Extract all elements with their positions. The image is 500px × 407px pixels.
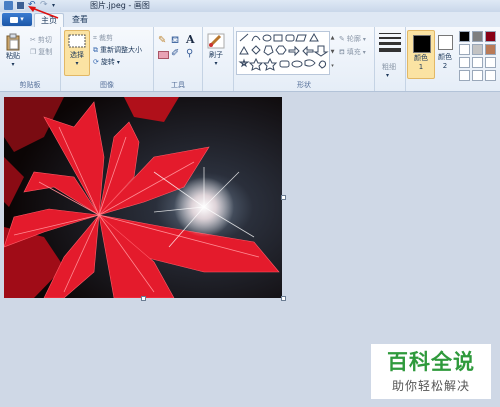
tools-group-label: 工具 [171, 81, 185, 89]
color-picker-icon[interactable]: ✐ [171, 48, 179, 59]
resize-handle-right[interactable] [281, 195, 286, 200]
window-title: 图片.jpeg - 画图 [90, 1, 150, 10]
line-medium-icon [379, 37, 401, 39]
line-heavy-icon [379, 48, 401, 52]
canvas-image[interactable] [4, 97, 282, 298]
color2-button[interactable]: 颜色 2 [435, 30, 457, 77]
copy-button[interactable]: ❐ 复制 [30, 47, 52, 57]
fill-button[interactable]: ⛾ 填充 ▾ [339, 47, 366, 57]
text-icon[interactable]: A [186, 33, 195, 46]
outline-label: 轮廓 [346, 35, 361, 43]
file-menu-icon [10, 16, 19, 23]
palette-swatch[interactable] [459, 70, 470, 81]
resize-handle-corner[interactable] [281, 296, 286, 301]
fill-icon: ⛾ [339, 47, 345, 56]
shapes-group-label: 形状 [297, 81, 311, 89]
outline-button[interactable]: ✎ 轮廓 ▾ [339, 34, 366, 44]
palette-swatch[interactable] [485, 44, 496, 55]
outline-icon: ✎ [339, 35, 345, 43]
size-group: 粗细 ▾ [375, 27, 406, 91]
watermark-subtitle: 助你轻松解决 [391, 379, 470, 393]
image-group-label: 图像 [100, 81, 114, 89]
chevron-down-icon: ▾ [362, 48, 366, 56]
line-thick-icon [379, 42, 401, 45]
rotate-label: 旋转 [100, 58, 115, 66]
paste-label: 粘贴 [6, 52, 20, 60]
color1-swatch [413, 35, 431, 53]
cut-label: 剪切 [37, 36, 52, 44]
fill-bucket-icon[interactable]: ⛾ [171, 35, 179, 48]
scissors-icon: ✂ [30, 36, 36, 44]
rotate-button[interactable]: ⟳ 旋转 ▾ [93, 57, 120, 67]
chevron-down-icon: ▾ [386, 72, 390, 79]
color-palette [459, 31, 500, 81]
select-button[interactable]: 选择 ▾ [64, 30, 90, 76]
palette-swatch[interactable] [459, 31, 470, 42]
fill-label: 填充 [346, 48, 361, 56]
resize-icon: ⧉ [93, 45, 98, 54]
shapes-gallery[interactable] [236, 31, 330, 75]
palette-swatch[interactable] [472, 57, 483, 68]
size-label: 粗细 [382, 63, 396, 71]
palette-swatch[interactable] [472, 44, 483, 55]
color1-label: 颜色 1 [414, 54, 428, 71]
paste-button[interactable]: 粘贴 ▾ [5, 33, 21, 68]
brushes-button[interactable]: 刷子 ▾ [206, 32, 226, 67]
app-icon [4, 1, 13, 10]
tab-view[interactable]: 查看 [68, 13, 92, 27]
watermark-logo: 百科全说 助你轻松解决 [371, 344, 491, 399]
palette-swatch[interactable] [472, 70, 483, 81]
chevron-down-icon: ▾ [214, 60, 218, 67]
paste-icon [6, 33, 20, 51]
palette-swatch[interactable] [459, 57, 470, 68]
shapes-scroll[interactable]: ▲ ▼ ▾ [329, 31, 336, 73]
select-label: 选择 [70, 51, 84, 59]
maple-leaf-image [4, 97, 282, 298]
brushes-label: 刷子 [209, 51, 223, 59]
color1-button[interactable]: 颜色 1 [407, 30, 435, 79]
palette-swatch[interactable] [459, 44, 470, 55]
select-icon [68, 34, 86, 48]
clipboard-group-label: 剪贴板 [19, 81, 41, 89]
shapes-group: ▲ ▼ ▾ ✎ 轮廓 ▾ ⛾ 填充 ▾ 形状 [234, 27, 375, 91]
copy-icon: ❐ [30, 48, 37, 56]
cut-button[interactable]: ✂ 剪切 [30, 35, 52, 45]
resize-label: 重新调整大小 [100, 46, 142, 54]
crop-icon: ⌗ [93, 33, 97, 42]
eraser-icon[interactable] [158, 51, 169, 59]
resize-handle-bottom[interactable] [141, 296, 146, 301]
clipboard-group: 粘贴 ▾ ✂ 剪切 ❐ 复制 剪贴板 [0, 27, 61, 91]
palette-swatch[interactable] [485, 70, 496, 81]
pencil-icon[interactable]: ✎ [158, 35, 166, 46]
brushes-group: 刷子 ▾ [203, 27, 234, 91]
chevron-down-icon: ▾ [75, 60, 79, 67]
line-thin-icon [379, 33, 401, 34]
shapes-gallery-icons [238, 32, 329, 71]
size-button[interactable] [379, 33, 401, 52]
copy-label: 复制 [38, 48, 53, 56]
image-group: 选择 ▾ ⌗ 裁剪 ⧉ 重新调整大小 ⟳ 旋转 ▾ 图像 [61, 27, 154, 91]
rotate-icon: ⟳ [93, 58, 99, 66]
resize-button[interactable]: ⧉ 重新调整大小 [93, 45, 142, 55]
chevron-down-icon: ▾ [116, 58, 120, 66]
color2-swatch [438, 35, 453, 50]
brush-icon [207, 33, 225, 49]
color2-label: 颜色 2 [438, 53, 452, 70]
annotation-arrow [28, 6, 59, 19]
chevron-down-icon: ▾ [11, 61, 15, 68]
chevron-down-icon: ▾ [362, 35, 366, 43]
watermark-title: 百科全说 [387, 350, 475, 374]
palette-swatch[interactable] [485, 31, 496, 42]
magnifier-icon[interactable]: ⚲ [186, 48, 193, 59]
crop-button[interactable]: ⌗ 裁剪 [93, 33, 113, 43]
tools-group: ✎ ⛾ A ✐ ⚲ 工具 [154, 27, 203, 91]
crop-label: 裁剪 [98, 34, 113, 42]
palette-swatch[interactable] [485, 57, 496, 68]
palette-swatch[interactable] [472, 31, 483, 42]
